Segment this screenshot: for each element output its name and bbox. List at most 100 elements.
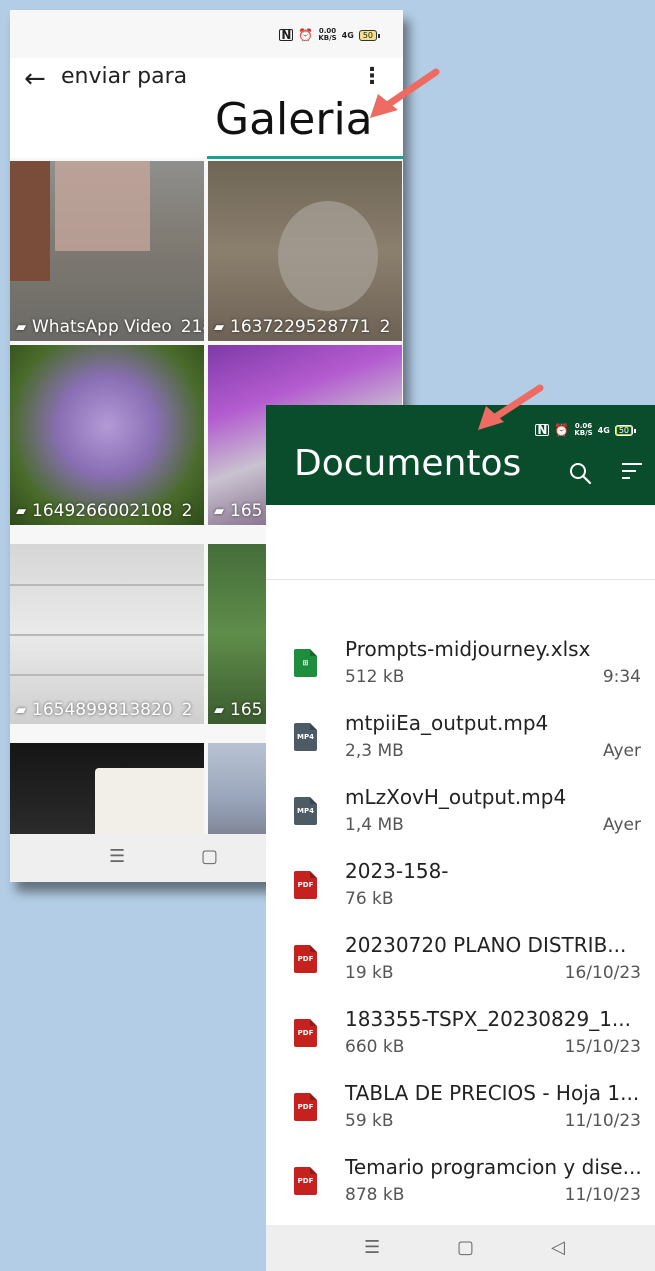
file-row[interactable]: PDF 2023-158- 76 kB	[266, 852, 655, 926]
folder-tile[interactable]: ▰ WhatsApp Video 218	[10, 161, 204, 341]
network-speed: 0.06 KB/S	[574, 423, 592, 437]
file-row[interactable]: MP4 mLzXovH_output.mp4 1,4 MB Ayer	[266, 778, 655, 852]
file-date: 15/10/23	[564, 1037, 641, 1057]
file-date: Ayer	[603, 815, 641, 835]
folder-count: 2	[379, 317, 391, 337]
folder-icon: ▰	[16, 702, 26, 718]
file-date: 11/10/23	[564, 1111, 641, 1131]
thumbnail-image	[10, 161, 50, 281]
speed-unit: KB/S	[574, 429, 593, 437]
folder-tile[interactable]: ▰ 1637229528771 2	[208, 161, 402, 341]
file-size: 878 kB	[345, 1185, 405, 1205]
folder-count: 218	[180, 317, 204, 337]
system-nav-bar: ☰ ▢ ◁	[266, 1225, 655, 1271]
file-name: TABLA DE PRECIOS - Hoja 1...	[345, 1081, 640, 1105]
speed-unit: KB/S	[318, 34, 337, 42]
app-bar: ← enviar para ⋮ Galeria	[10, 58, 403, 159]
folder-tile[interactable]: ▰ 1649266002108 2	[10, 345, 204, 525]
pdf-file-icon: PDF	[294, 1019, 317, 1047]
file-size: 76 kB	[345, 889, 394, 909]
status-icons: N ⏰ 0.00 KB/S 4G 50	[279, 28, 381, 42]
folder-count: 2	[181, 700, 193, 720]
thumbnail-line	[10, 584, 204, 586]
folder-tile[interactable]	[10, 743, 204, 835]
file-date: 16/10/23	[564, 963, 641, 983]
alarm-icon: ⏰	[298, 28, 314, 42]
page-title: enviar para	[61, 64, 188, 89]
file-row[interactable]: ⊞ Prompts-midjourney.xlsx 512 kB 9:34	[266, 630, 655, 704]
folder-name: 1637229528771	[230, 317, 371, 337]
annotation-arrow-icon	[478, 384, 544, 430]
folder-count: 2	[181, 501, 193, 521]
recents-icon[interactable]: ☰	[109, 846, 125, 867]
folder-caption: ▰ 1637229528771 2	[214, 317, 402, 337]
network-speed: 0.00 KB/S	[318, 28, 336, 42]
thumbnail-image	[278, 201, 378, 311]
video-file-icon: MP4	[294, 723, 317, 751]
back-arrow-icon[interactable]: ←	[24, 64, 46, 94]
battery-icon: 50	[358, 29, 381, 41]
pdf-file-icon: PDF	[294, 871, 317, 899]
folder-icon: ▰	[214, 319, 224, 335]
documents-header: N ⏰ 0.06 KB/S 4G 50 Documentos	[266, 405, 655, 505]
file-name: Prompts-midjourney.xlsx	[345, 637, 591, 661]
pdf-file-icon: PDF	[294, 1093, 317, 1121]
search-icon[interactable]	[568, 461, 592, 485]
file-name: 2023-158-	[345, 859, 449, 883]
home-icon[interactable]: ▢	[457, 1237, 474, 1258]
folder-icon: ▰	[214, 503, 224, 519]
spreadsheet-file-icon: ⊞	[294, 649, 317, 677]
back-icon[interactable]: ◁	[551, 1237, 565, 1258]
file-size: 1,4 MB	[345, 815, 404, 835]
file-name: 20230720 PLANO DISTRIB...	[345, 933, 627, 957]
folder-icon: ▰	[16, 503, 26, 519]
documents-screen: N ⏰ 0.06 KB/S 4G 50 Documentos ⊞ Prompts…	[266, 405, 655, 1271]
folder-caption: ▰ 1649266002108 2	[16, 501, 204, 521]
folder-tile[interactable]: ▰ 1654899813820 2	[10, 544, 204, 724]
file-date: Ayer	[603, 741, 641, 761]
thumbnail-line	[10, 634, 204, 636]
file-date: 9:34	[602, 667, 641, 687]
status-bar: N ⏰ 0.00 KB/S 4G 50	[10, 10, 403, 58]
folder-name: 165	[230, 700, 263, 720]
thumbnail-blur	[55, 161, 150, 251]
folder-icon: ▰	[16, 319, 26, 335]
file-size: 660 kB	[345, 1037, 405, 1057]
file-name: 183355-TSPX_20230829_1...	[345, 1007, 631, 1031]
file-size: 2,3 MB	[345, 741, 404, 761]
file-row[interactable]: PDF TABLA DE PRECIOS - Hoja 1... 59 kB 1…	[266, 1074, 655, 1148]
file-row[interactable]: MP4 mtpiiEa_output.mp4 2,3 MB Ayer	[266, 704, 655, 778]
folder-name: 1654899813820	[32, 700, 173, 720]
recents-icon[interactable]: ☰	[364, 1237, 380, 1258]
video-file-icon: MP4	[294, 797, 317, 825]
overlay-label-galeria: Galeria	[215, 94, 373, 145]
folder-name: WhatsApp Video	[32, 317, 172, 337]
thumbnail-image	[95, 768, 204, 835]
file-date: 11/10/23	[564, 1185, 641, 1205]
annotation-arrow-icon	[370, 68, 440, 118]
file-size: 59 kB	[345, 1111, 394, 1131]
folder-name: 165	[230, 501, 263, 521]
tab-strip	[266, 505, 655, 580]
file-row[interactable]: PDF 183355-TSPX_20230829_1... 660 kB 15/…	[266, 1000, 655, 1074]
file-size: 19 kB	[345, 963, 394, 983]
thumbnail-line	[10, 674, 204, 676]
home-icon[interactable]: ▢	[201, 846, 218, 867]
file-size: 512 kB	[345, 667, 405, 687]
signal-icon: 4G	[597, 425, 610, 435]
file-row[interactable]: PDF 20230720 PLANO DISTRIB... 19 kB 16/1…	[266, 926, 655, 1000]
filter-icon[interactable]	[622, 463, 644, 484]
tab-indicator	[207, 156, 403, 159]
file-name: mLzXovH_output.mp4	[345, 785, 567, 809]
file-name: Temario programcion y dise...	[345, 1155, 642, 1179]
alarm-icon: ⏰	[554, 423, 570, 437]
pdf-file-icon: PDF	[294, 945, 317, 973]
folder-name: 1649266002108	[32, 501, 173, 521]
nfc-icon: N	[279, 28, 294, 42]
page-title: Documentos	[294, 443, 522, 484]
battery-icon: 50	[614, 424, 637, 436]
pdf-file-icon: PDF	[294, 1167, 317, 1195]
folder-caption: ▰ 1654899813820 2	[16, 700, 204, 720]
file-name: mtpiiEa_output.mp4	[345, 711, 549, 735]
file-row[interactable]: PDF Temario programcion y dise... 878 kB…	[266, 1148, 655, 1222]
